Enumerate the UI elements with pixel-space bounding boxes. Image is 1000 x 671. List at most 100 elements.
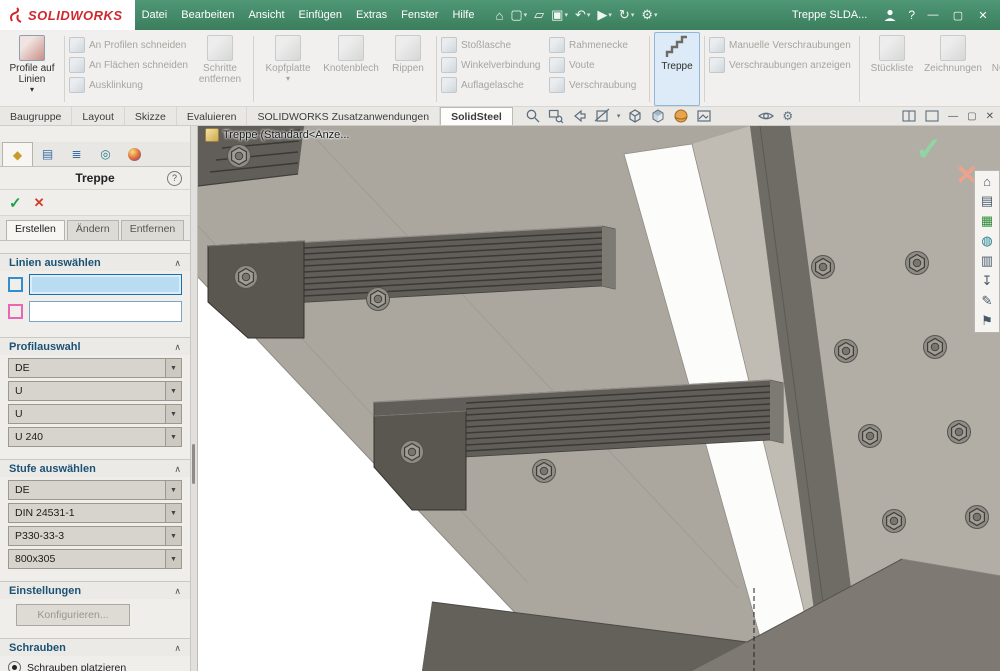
combo-arrow-icon[interactable]: ▼	[165, 481, 181, 499]
verschraubungen-anzeigen-button[interactable]: Verschraubungen anzeigen	[709, 57, 855, 73]
stosslasche-button[interactable]: Stoßlasche	[441, 37, 549, 53]
previous-view-icon[interactable]	[571, 108, 587, 124]
combo-arrow-icon[interactable]: ▼	[165, 405, 181, 423]
an-flaechen-schneiden-button[interactable]: An Flächen schneiden	[69, 57, 191, 73]
line-selection-box[interactable]	[29, 301, 182, 322]
flag-icon[interactable]: ⚑	[981, 313, 993, 329]
stueckliste-button[interactable]: Stückliste	[864, 32, 920, 106]
pane-icon[interactable]	[925, 110, 939, 122]
profil-groesse-dropdown[interactable]: U 240▼	[8, 427, 182, 447]
combo-arrow-icon[interactable]: ▼	[165, 428, 181, 446]
scene-icon[interactable]	[696, 108, 712, 124]
menu-datei[interactable]: Datei	[135, 9, 175, 21]
tab-configuration-manager[interactable]: ▤	[33, 142, 62, 166]
combo-arrow-icon[interactable]: ▼	[165, 527, 181, 545]
confirmation-accept-icon[interactable]: ✓	[915, 130, 942, 168]
tab-baugruppe[interactable]: Baugruppe	[0, 107, 72, 125]
kopfplatte-button[interactable]: Kopfplatte ▾	[258, 32, 318, 106]
list-icon[interactable]: ▤	[981, 193, 993, 209]
save-icon[interactable]: ▣▾	[551, 7, 568, 23]
line-selection-box-active[interactable]	[29, 274, 182, 295]
rahmenecke-button[interactable]: Rahmenecke	[549, 37, 645, 53]
tab-display-manager[interactable]: ≣	[62, 142, 91, 166]
konfigurieren-button[interactable]: Konfigurieren...	[16, 604, 130, 626]
feature-tree-item[interactable]: Treppe (Standard<Anze...	[205, 128, 349, 142]
home-icon[interactable]: ⌂	[495, 8, 503, 23]
restore-icon[interactable]: ▢	[951, 9, 965, 22]
stufe-norm-dropdown[interactable]: DE▼	[8, 480, 182, 500]
voute-button[interactable]: Voute	[549, 57, 645, 73]
hud-dropdown-icon[interactable]: ▾	[617, 112, 621, 120]
display-style-icon[interactable]	[650, 108, 666, 124]
doc-close-icon[interactable]: ✕	[986, 111, 994, 122]
home-icon[interactable]: ⌂	[983, 174, 991, 189]
zeichnungen-button[interactable]: Zeichnungen	[920, 32, 986, 106]
menu-bearbeiten[interactable]: Bearbeiten	[174, 9, 241, 21]
combo-arrow-icon[interactable]: ▼	[165, 550, 181, 568]
group-stufe-auswaehlen[interactable]: Stufe auswählen∧	[0, 459, 190, 477]
mode-aendern[interactable]: Ändern	[67, 220, 119, 240]
menu-fenster[interactable]: Fenster	[394, 9, 445, 21]
minimize-icon[interactable]: —	[926, 9, 940, 21]
combo-arrow-icon[interactable]: ▼	[165, 382, 181, 400]
stufe-standard-dropdown[interactable]: DIN 24531-1▼	[8, 503, 182, 523]
tab-property-manager[interactable]: ◆	[2, 142, 33, 166]
tab-solidsteel[interactable]: SolidSteel	[440, 107, 513, 125]
undo-icon[interactable]: ↶▾	[575, 7, 590, 23]
globe-icon[interactable]: ◍	[981, 233, 992, 249]
mode-entfernen[interactable]: Entfernen	[121, 220, 185, 240]
layers-icon[interactable]: ▥	[981, 253, 993, 269]
options-icon[interactable]: ⚙▾	[641, 7, 657, 23]
close-icon[interactable]: ✕	[976, 9, 990, 22]
profile-auf-linien-button[interactable]: Profile auf Linien ▾	[4, 32, 60, 106]
tab-appearance-manager[interactable]	[120, 142, 149, 166]
group-einstellungen[interactable]: Einstellungen∧	[0, 581, 190, 599]
profil-norm-dropdown[interactable]: DE▼	[8, 358, 182, 378]
view-orientation-cube-icon[interactable]	[627, 108, 643, 124]
manuelle-verschraubungen-button[interactable]: Manuelle Verschraubungen	[709, 37, 855, 53]
user-account-icon[interactable]	[883, 8, 897, 22]
menu-extras[interactable]: Extras	[349, 9, 394, 21]
mode-erstellen[interactable]: Erstellen	[6, 220, 65, 240]
menu-einfuegen[interactable]: Einfügen	[292, 9, 349, 21]
rebuild-icon[interactable]: ↻▾	[619, 7, 634, 23]
menu-hilfe[interactable]: Hilfe	[445, 9, 481, 21]
pm-ok-icon[interactable]: ✓	[9, 194, 22, 212]
tab-zusatzanwendungen[interactable]: SOLIDWORKS Zusatzanwendungen	[247, 107, 440, 125]
select-icon[interactable]: ▶▾	[597, 7, 612, 23]
doc-minimize-icon[interactable]: —	[948, 111, 958, 122]
split-pane-icon[interactable]	[902, 110, 916, 122]
menu-ansicht[interactable]: Ansicht	[241, 9, 291, 21]
open-icon[interactable]: ▱	[534, 7, 544, 23]
edit-icon[interactable]: ✎	[982, 293, 993, 309]
new-document-icon[interactable]: ▢▾	[510, 7, 527, 23]
auflagelasche-button[interactable]: Auflagelasche	[441, 77, 549, 93]
knotenblech-button[interactable]: Knotenblech	[318, 32, 384, 106]
appearances-sphere-icon[interactable]	[673, 108, 689, 124]
tab-evaluieren[interactable]: Evaluieren	[177, 107, 248, 125]
zoom-area-icon[interactable]	[548, 108, 564, 124]
group-profilauswahl[interactable]: Profilauswahl∧	[0, 337, 190, 355]
radio-selected-icon[interactable]	[8, 661, 21, 671]
zoom-fit-icon[interactable]	[525, 108, 541, 124]
profil-reihe-dropdown[interactable]: U▼	[8, 404, 182, 424]
combo-arrow-icon[interactable]: ▼	[165, 359, 181, 377]
group-schrauben[interactable]: Schrauben∧	[0, 638, 190, 656]
pm-cancel-icon[interactable]: ✕	[34, 195, 45, 211]
section-view-icon[interactable]	[594, 108, 610, 124]
3d-model[interactable]	[198, 126, 1000, 671]
profil-typ-dropdown[interactable]: U▼	[8, 381, 182, 401]
graphics-viewport[interactable]: Treppe (Standard<Anze... ✓ ✕ ⌂ ▤ ▦ ◍ ▥ ↧…	[198, 126, 1000, 671]
schritte-entfernen-button[interactable]: Schritte entfernen	[191, 32, 249, 106]
an-profilen-schneiden-button[interactable]: An Profilen schneiden	[69, 37, 191, 53]
tab-dimxpert[interactable]: ◎	[91, 142, 120, 166]
winkelverbindung-button[interactable]: Winkelverbindung	[441, 57, 549, 73]
pm-help-icon[interactable]: ?	[167, 171, 182, 186]
stufe-typ-dropdown[interactable]: P330-33-3▼	[8, 526, 182, 546]
download-icon[interactable]: ↧	[982, 273, 993, 289]
rippen-button[interactable]: Rippen	[384, 32, 432, 106]
hide-show-eye-icon[interactable]	[758, 108, 774, 124]
ausklinkung-button[interactable]: Ausklinkung	[69, 77, 191, 93]
tab-skizze[interactable]: Skizze	[125, 107, 177, 125]
splitter-handle[interactable]	[192, 444, 195, 484]
